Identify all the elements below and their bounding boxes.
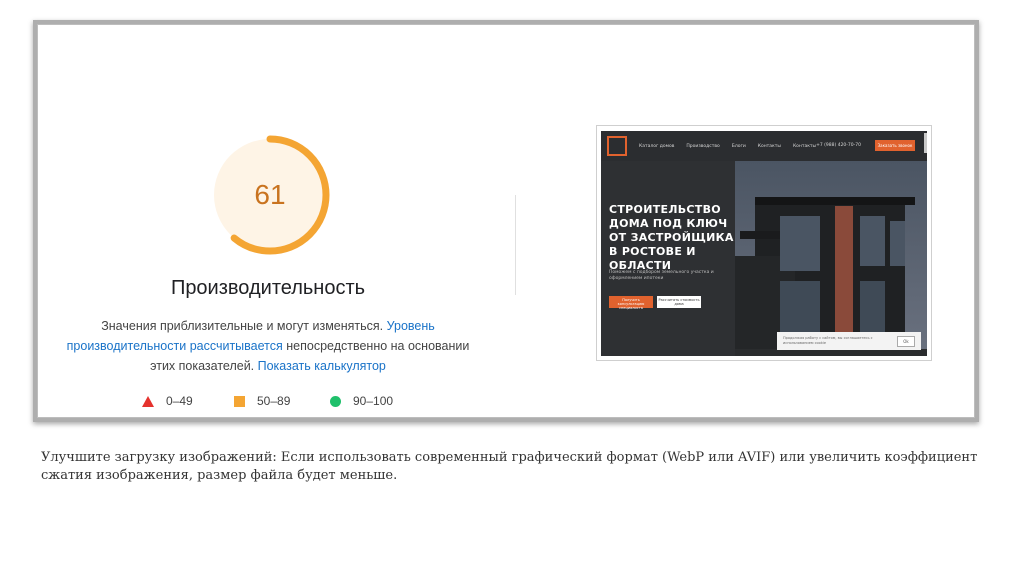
hero-title-line: ОТ ЗАСТРОЙЩИКА <box>609 231 734 244</box>
cookie-ok-button: Ok <box>897 336 915 347</box>
legend-range-pass: 90–100 <box>353 394 394 408</box>
green-circle-icon <box>330 395 341 407</box>
site-callback-button: Заказать звонок <box>875 140 915 151</box>
score-description: Значения приблизительные и могут изменят… <box>66 316 470 376</box>
legend-range-fail: 0–49 <box>166 394 193 408</box>
site-nav-link: Производство <box>686 143 720 149</box>
site-calc-button: Рассчитать стоимость дома <box>657 296 701 308</box>
hero-title-line: СТРОИТЕЛЬСТВО <box>609 203 721 216</box>
site-navbar: Каталог домов Производство Блоги Контакт… <box>601 131 927 161</box>
house-photo <box>735 161 927 356</box>
site-scrollbar <box>924 133 927 153</box>
final-screenshot-thumbnail[interactable]: Каталог домов Производство Блоги Контакт… <box>596 125 932 361</box>
lighthouse-report-panel: 61 Производительность Значения приблизит… <box>37 24 975 418</box>
legend-item-fail: 0–49 <box>142 394 193 408</box>
show-calculator-link[interactable]: Показать калькулятор <box>258 359 386 373</box>
site-cookie-banner: Продолжая работу с сайтом, вы соглашаете… <box>777 332 921 350</box>
site-nav-link: Контакты <box>757 143 781 149</box>
performance-score: 61 <box>254 179 286 210</box>
legend-item-pass: 90–100 <box>330 394 393 408</box>
score-legend: 0–49 50–89 90–100 <box>142 394 442 414</box>
site-nav-link: Блоги <box>731 143 746 149</box>
legend-range-average: 50–89 <box>257 394 291 408</box>
hero-title-line: ДОМА ПОД КЛЮЧ <box>609 217 728 230</box>
site-nav-link: Каталог домов <box>639 143 675 149</box>
site-nav-links: Каталог домов Производство Блоги Контакт… <box>639 144 828 149</box>
site-nav-link: Контакты <box>792 143 817 149</box>
site-hero-title: СТРОИТЕЛЬСТВО ДОМА ПОД КЛЮЧ ОТ ЗАСТРОЙЩИ… <box>609 203 734 273</box>
description-text-1: Значения приблизительные и могут изменят… <box>101 319 387 333</box>
site-consult-button: Получить консультацию специалиста <box>609 296 653 310</box>
cookie-text: Продолжая работу с сайтом, вы соглашаете… <box>783 336 873 345</box>
performance-score-gauge[interactable]: 61 <box>205 130 335 260</box>
site-hero-subtitle: Поможем с подбором земельного участка и … <box>609 270 714 281</box>
legend-item-average: 50–89 <box>234 394 290 408</box>
red-triangle-icon <box>142 395 154 407</box>
slide-image-frame: 61 Производительность Значения приблизит… <box>33 20 979 422</box>
site-logo-icon <box>607 136 627 156</box>
orange-square-icon <box>234 395 245 407</box>
website-preview: Каталог домов Производство Блоги Контакт… <box>601 131 927 356</box>
vertical-divider <box>515 195 516 295</box>
slide-caption: Улучшите загрузку изображений: Если испо… <box>41 450 978 483</box>
hero-title-line: В РОСТОВЕ И <box>609 245 696 258</box>
site-phone: +7 (988) 420-70-70 <box>816 143 861 148</box>
category-title: Производительность <box>170 277 366 299</box>
